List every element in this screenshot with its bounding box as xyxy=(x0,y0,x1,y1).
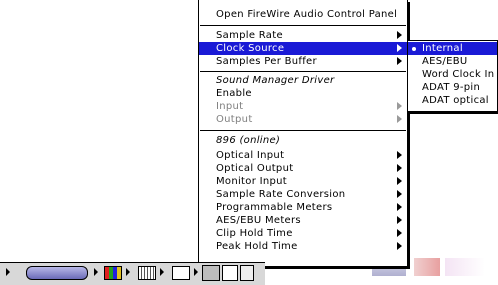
menu-item-label: Input xyxy=(216,101,244,112)
submenu-item-adat-9-pin[interactable]: ADAT 9-pin xyxy=(408,81,497,94)
appletalk-icon[interactable] xyxy=(202,265,220,281)
menu-item-enable[interactable]: Enable xyxy=(199,87,407,100)
menu-item-monitor-input[interactable]: Monitor Input xyxy=(199,175,407,188)
menu-item-peak-hold-time[interactable]: Peak Hold Time xyxy=(199,240,407,253)
menu-item-aes-ebu-meters[interactable]: AES/EBU Meters xyxy=(199,214,407,227)
menu-item-sample-rate[interactable]: Sample Rate xyxy=(199,29,407,42)
submenu-arrow-icon xyxy=(397,242,402,250)
menu-item-label: Clock Source xyxy=(216,43,285,54)
menu-item-label: Sample Rate Conversion xyxy=(216,189,346,200)
submenu-item-label: Internal xyxy=(422,43,463,54)
menu-item-optical-input[interactable]: Optical Input xyxy=(199,149,407,162)
menu-item-label: AES/EBU Meters xyxy=(216,215,301,226)
submenu-arrow-icon xyxy=(397,216,402,224)
menu-item-label: Samples Per Buffer xyxy=(216,56,317,67)
selected-bullet-icon xyxy=(412,47,416,51)
submenu-arrow-icon xyxy=(397,151,402,159)
menu-item-input: Input xyxy=(199,100,407,113)
submenu-arrow-icon xyxy=(397,177,402,185)
submenu-arrow-icon xyxy=(397,31,402,39)
firewire-audio-menu: Open FireWire Audio Control Panel Sample… xyxy=(198,0,408,267)
menu-item-open-control-panel[interactable]: Open FireWire Audio Control Panel xyxy=(199,8,407,21)
menu-separator xyxy=(200,130,406,131)
menu-separator xyxy=(200,71,406,72)
background-window-fragment xyxy=(414,258,440,276)
submenu-arrow-icon xyxy=(397,57,402,65)
menu-separator xyxy=(200,25,406,26)
menu-item-label: Peak Hold Time xyxy=(216,241,298,252)
submenu-arrow-icon xyxy=(397,229,402,237)
submenu-item-word-clock-in[interactable]: Word Clock In xyxy=(408,68,497,81)
menu-item-label: Output xyxy=(216,114,253,125)
submenu-arrow-icon xyxy=(397,115,402,123)
monitor-color-icon[interactable] xyxy=(104,266,122,280)
menu-item-label: Clip Hold Time xyxy=(216,228,293,239)
menu-item-label: Sample Rate xyxy=(216,30,283,41)
menu-item-label: Optical Input xyxy=(216,150,285,161)
resolution-menu-arrow-icon[interactable] xyxy=(160,268,164,276)
speaker-menu-arrow-icon[interactable] xyxy=(94,268,98,276)
color-menu-arrow-icon[interactable] xyxy=(126,268,130,276)
background-window-fragment xyxy=(445,258,485,276)
clock-source-submenu: Internal AES/EBU Word Clock In ADAT 9-pi… xyxy=(407,40,498,112)
submenu-arrow-icon xyxy=(397,102,402,110)
menu-item-label: Programmable Meters xyxy=(216,202,333,213)
speaker-icon[interactable] xyxy=(26,266,88,280)
cd-icon[interactable] xyxy=(222,265,238,281)
submenu-arrow-icon xyxy=(397,203,402,211)
menu-item-label: Optical Output xyxy=(216,163,294,174)
strip-collapse-arrow-icon[interactable] xyxy=(6,268,10,276)
menu-item-optical-output[interactable]: Optical Output xyxy=(199,162,407,175)
menu-item-output: Output xyxy=(199,113,407,126)
menu-item-samples-per-buffer[interactable]: Samples Per Buffer xyxy=(199,55,407,68)
submenu-item-internal[interactable]: Internal xyxy=(408,42,497,55)
menu-item-sample-rate-conversion[interactable]: Sample Rate Conversion xyxy=(199,188,407,201)
sharing-menu-arrow-icon[interactable] xyxy=(194,268,198,276)
menu-item-programmable-meters[interactable]: Programmable Meters xyxy=(199,201,407,214)
submenu-arrow-icon xyxy=(397,190,402,198)
menu-item-clip-hold-time[interactable]: Clip Hold Time xyxy=(199,227,407,240)
menu-item-clock-source[interactable]: Clock Source xyxy=(199,42,407,55)
submenu-arrow-icon xyxy=(397,44,402,52)
strip-module-icon[interactable] xyxy=(240,265,254,281)
menu-header-sound-manager-driver: Sound Manager Driver xyxy=(216,75,335,86)
submenu-item-aes-ebu[interactable]: AES/EBU xyxy=(408,55,497,68)
menu-header-896-device: 896 (online) xyxy=(216,135,281,146)
submenu-arrow-icon xyxy=(397,164,402,172)
submenu-item-adat-optical[interactable]: ADAT optical xyxy=(408,94,497,107)
menu-item-label: Monitor Input xyxy=(216,176,287,187)
resolution-icon[interactable] xyxy=(138,266,156,280)
file-sharing-icon[interactable] xyxy=(172,266,190,280)
